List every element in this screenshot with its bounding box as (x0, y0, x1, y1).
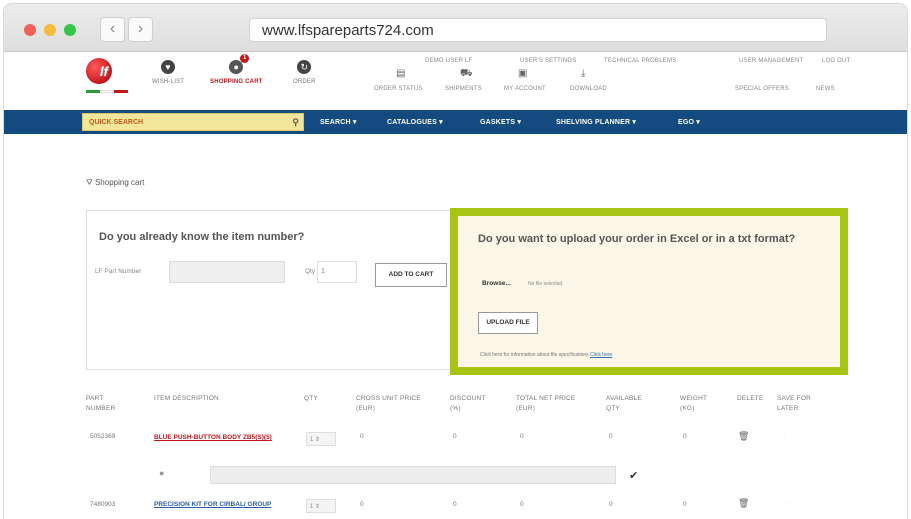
row2-save-later-icon[interactable]: ◌ (784, 499, 789, 508)
logout-link[interactable]: LOG OUT (822, 58, 850, 64)
shopping-cart-link[interactable]: ● 1 SHOPPING CART (210, 54, 263, 85)
search-icon[interactable]: ⚲ (292, 117, 299, 128)
comment-icon: ● (159, 468, 165, 478)
order-status-icon: ▤ (396, 68, 406, 79)
header-qty: QTY (304, 395, 318, 402)
file-spec-hint: Click here for information about file sp… (480, 352, 613, 358)
row1-price: 0 (360, 433, 364, 440)
close-window-button[interactable] (24, 24, 36, 36)
account-icon: ▣ (518, 68, 528, 79)
row2-discount: 0 (453, 501, 457, 508)
site-logo[interactable]: lf (82, 58, 132, 96)
minimize-window-button[interactable] (44, 24, 56, 36)
header-delete: DELETE (737, 395, 764, 402)
logo-mark: lf (100, 64, 108, 79)
news-link[interactable]: NEWS (816, 86, 835, 92)
no-file-label: No file selected. (528, 281, 564, 287)
row1-part-number: 5052369 (90, 433, 116, 440)
cart-count-badge: 1 (240, 54, 250, 63)
address-bar[interactable]: www.lfspareparts724.com (249, 18, 827, 42)
site-header: lf ♥ WISH-LIST ● 1 SHOPPING CART ↻ ORDER … (4, 52, 907, 108)
header-discount: DISCOUNT (%) (450, 395, 486, 412)
back-button[interactable]: ‹ (100, 17, 125, 42)
chevron-right-icon: › (137, 20, 144, 37)
my-account-link[interactable]: MY ACCOUNT (504, 86, 546, 92)
wishlist-link[interactable]: ♥ WISH-LIST (152, 60, 184, 85)
add-to-cart-button[interactable]: ADD TO CART (375, 263, 447, 287)
refresh-icon: ↻ (297, 60, 312, 74)
nav-gaskets[interactable]: GASKETS ▾ (480, 118, 521, 126)
qty-input[interactable]: 1 (317, 261, 357, 283)
row1-total: 0 (520, 433, 524, 440)
row2-weight: 0 (683, 501, 687, 508)
row1-qty-stepper[interactable]: 1 ⇕ (306, 432, 336, 446)
nav-search[interactable]: SEARCH ▾ (320, 118, 357, 126)
header-weight: WEIGHT (KG) (680, 395, 708, 412)
cart-small-icon: ⛛ (86, 178, 93, 187)
technical-problems-link[interactable]: TECHNICAL PROBLEMS (604, 58, 676, 64)
row1-confirm-check-icon[interactable]: ✔ (629, 469, 638, 482)
shipments-link[interactable]: SHIPMENTS (445, 86, 482, 92)
row2-description-link[interactable]: PRECISION KIT FOR CIRBAL/ GROUP (154, 500, 288, 510)
heart-icon: ♥ (161, 60, 176, 74)
item-number-panel: Do you already know the item number? LF … (86, 210, 460, 370)
forward-button[interactable]: › (128, 17, 153, 42)
browser-window: ‹ › www.lfspareparts724.com lf ♥ WISH-LI… (4, 4, 907, 519)
row1-discount: 0 (453, 433, 457, 440)
maximize-window-button[interactable] (64, 24, 76, 36)
row2-part-number: 7480903 (90, 501, 116, 508)
main-navigation: QUICK SEARCH ⚲ SEARCH ▾ CATALOGUES ▾ GAS… (4, 110, 907, 134)
special-offers-link[interactable]: SPECIAL OFFERS (735, 86, 789, 92)
user-management-link[interactable]: USER MANAGEMENT (739, 58, 803, 64)
row1-description-link[interactable]: BLUE PUSH-BUTTON BODY ZB5(S)(5) (154, 433, 282, 443)
download-link[interactable]: DOWNLOAD (570, 86, 607, 92)
upload-heading: Do you want to upload your order in Exce… (478, 233, 796, 245)
upload-file-button[interactable]: UPLOAD FILE (478, 312, 538, 334)
row1-save-later-icon[interactable]: ◌ (784, 432, 789, 441)
row1-available: 0 (609, 433, 613, 440)
order-status-link[interactable]: ORDER STATUS (374, 86, 423, 92)
chevron-left-icon: ‹ (109, 20, 116, 37)
quick-search-input[interactable]: QUICK SEARCH ⚲ (82, 113, 304, 131)
user-settings-link[interactable]: USER'S SETTINGS (520, 58, 577, 64)
file-spec-link[interactable]: Click here (590, 352, 612, 358)
header-part-number: PART NUMBER (86, 395, 116, 412)
upload-order-panel: Do you want to upload your order in Exce… (450, 208, 848, 375)
cart-icon: ● 1 (229, 54, 250, 74)
browse-button[interactable]: Browse... (482, 280, 511, 287)
order-link[interactable]: ↻ ORDER (293, 60, 316, 85)
row2-qty-stepper[interactable]: 1 ⇕ (306, 499, 336, 513)
qty-label: Qty (305, 268, 316, 275)
header-cross-unit-price: CROSS UNIT PRICE (EUR) (356, 395, 421, 412)
row2-available: 0 (609, 501, 613, 508)
logo-ball-icon (86, 58, 112, 84)
row2-price: 0 (360, 501, 364, 508)
header-total-net-price: TOTAL NET PRICE (EUR) (516, 395, 576, 412)
breadcrumb: ⛛ Shopping cart (86, 178, 145, 187)
row2-total: 0 (520, 501, 524, 508)
user-name: DEMO USER LF (425, 58, 473, 64)
part-number-input[interactable] (169, 261, 285, 283)
row2-trash-icon[interactable]: 🗑 (738, 498, 749, 509)
truck-icon: ⛟ (460, 68, 473, 79)
header-item-description: ITEM DESCRIPTION (154, 395, 219, 402)
download-icon: ⤓ (581, 68, 586, 79)
header-save-for-later: SAVE FOR LATER (777, 395, 811, 412)
nav-ego[interactable]: EGO ▾ (678, 118, 700, 126)
header-available-qty: AVAILABLE QTY (606, 395, 642, 412)
browser-chrome: ‹ › www.lfspareparts724.com (4, 4, 907, 52)
item-number-heading: Do you already know the item number? (99, 231, 305, 243)
row1-weight: 0 (683, 433, 687, 440)
row1-note-input[interactable] (210, 466, 616, 484)
nav-shelving-planner[interactable]: SHELVING PLANNER ▾ (556, 118, 636, 126)
nav-catalogues[interactable]: CATALOGUES ▾ (387, 118, 443, 126)
part-number-label: LF Part Number (95, 268, 142, 275)
row1-trash-icon[interactable]: 🗑 (738, 431, 749, 442)
